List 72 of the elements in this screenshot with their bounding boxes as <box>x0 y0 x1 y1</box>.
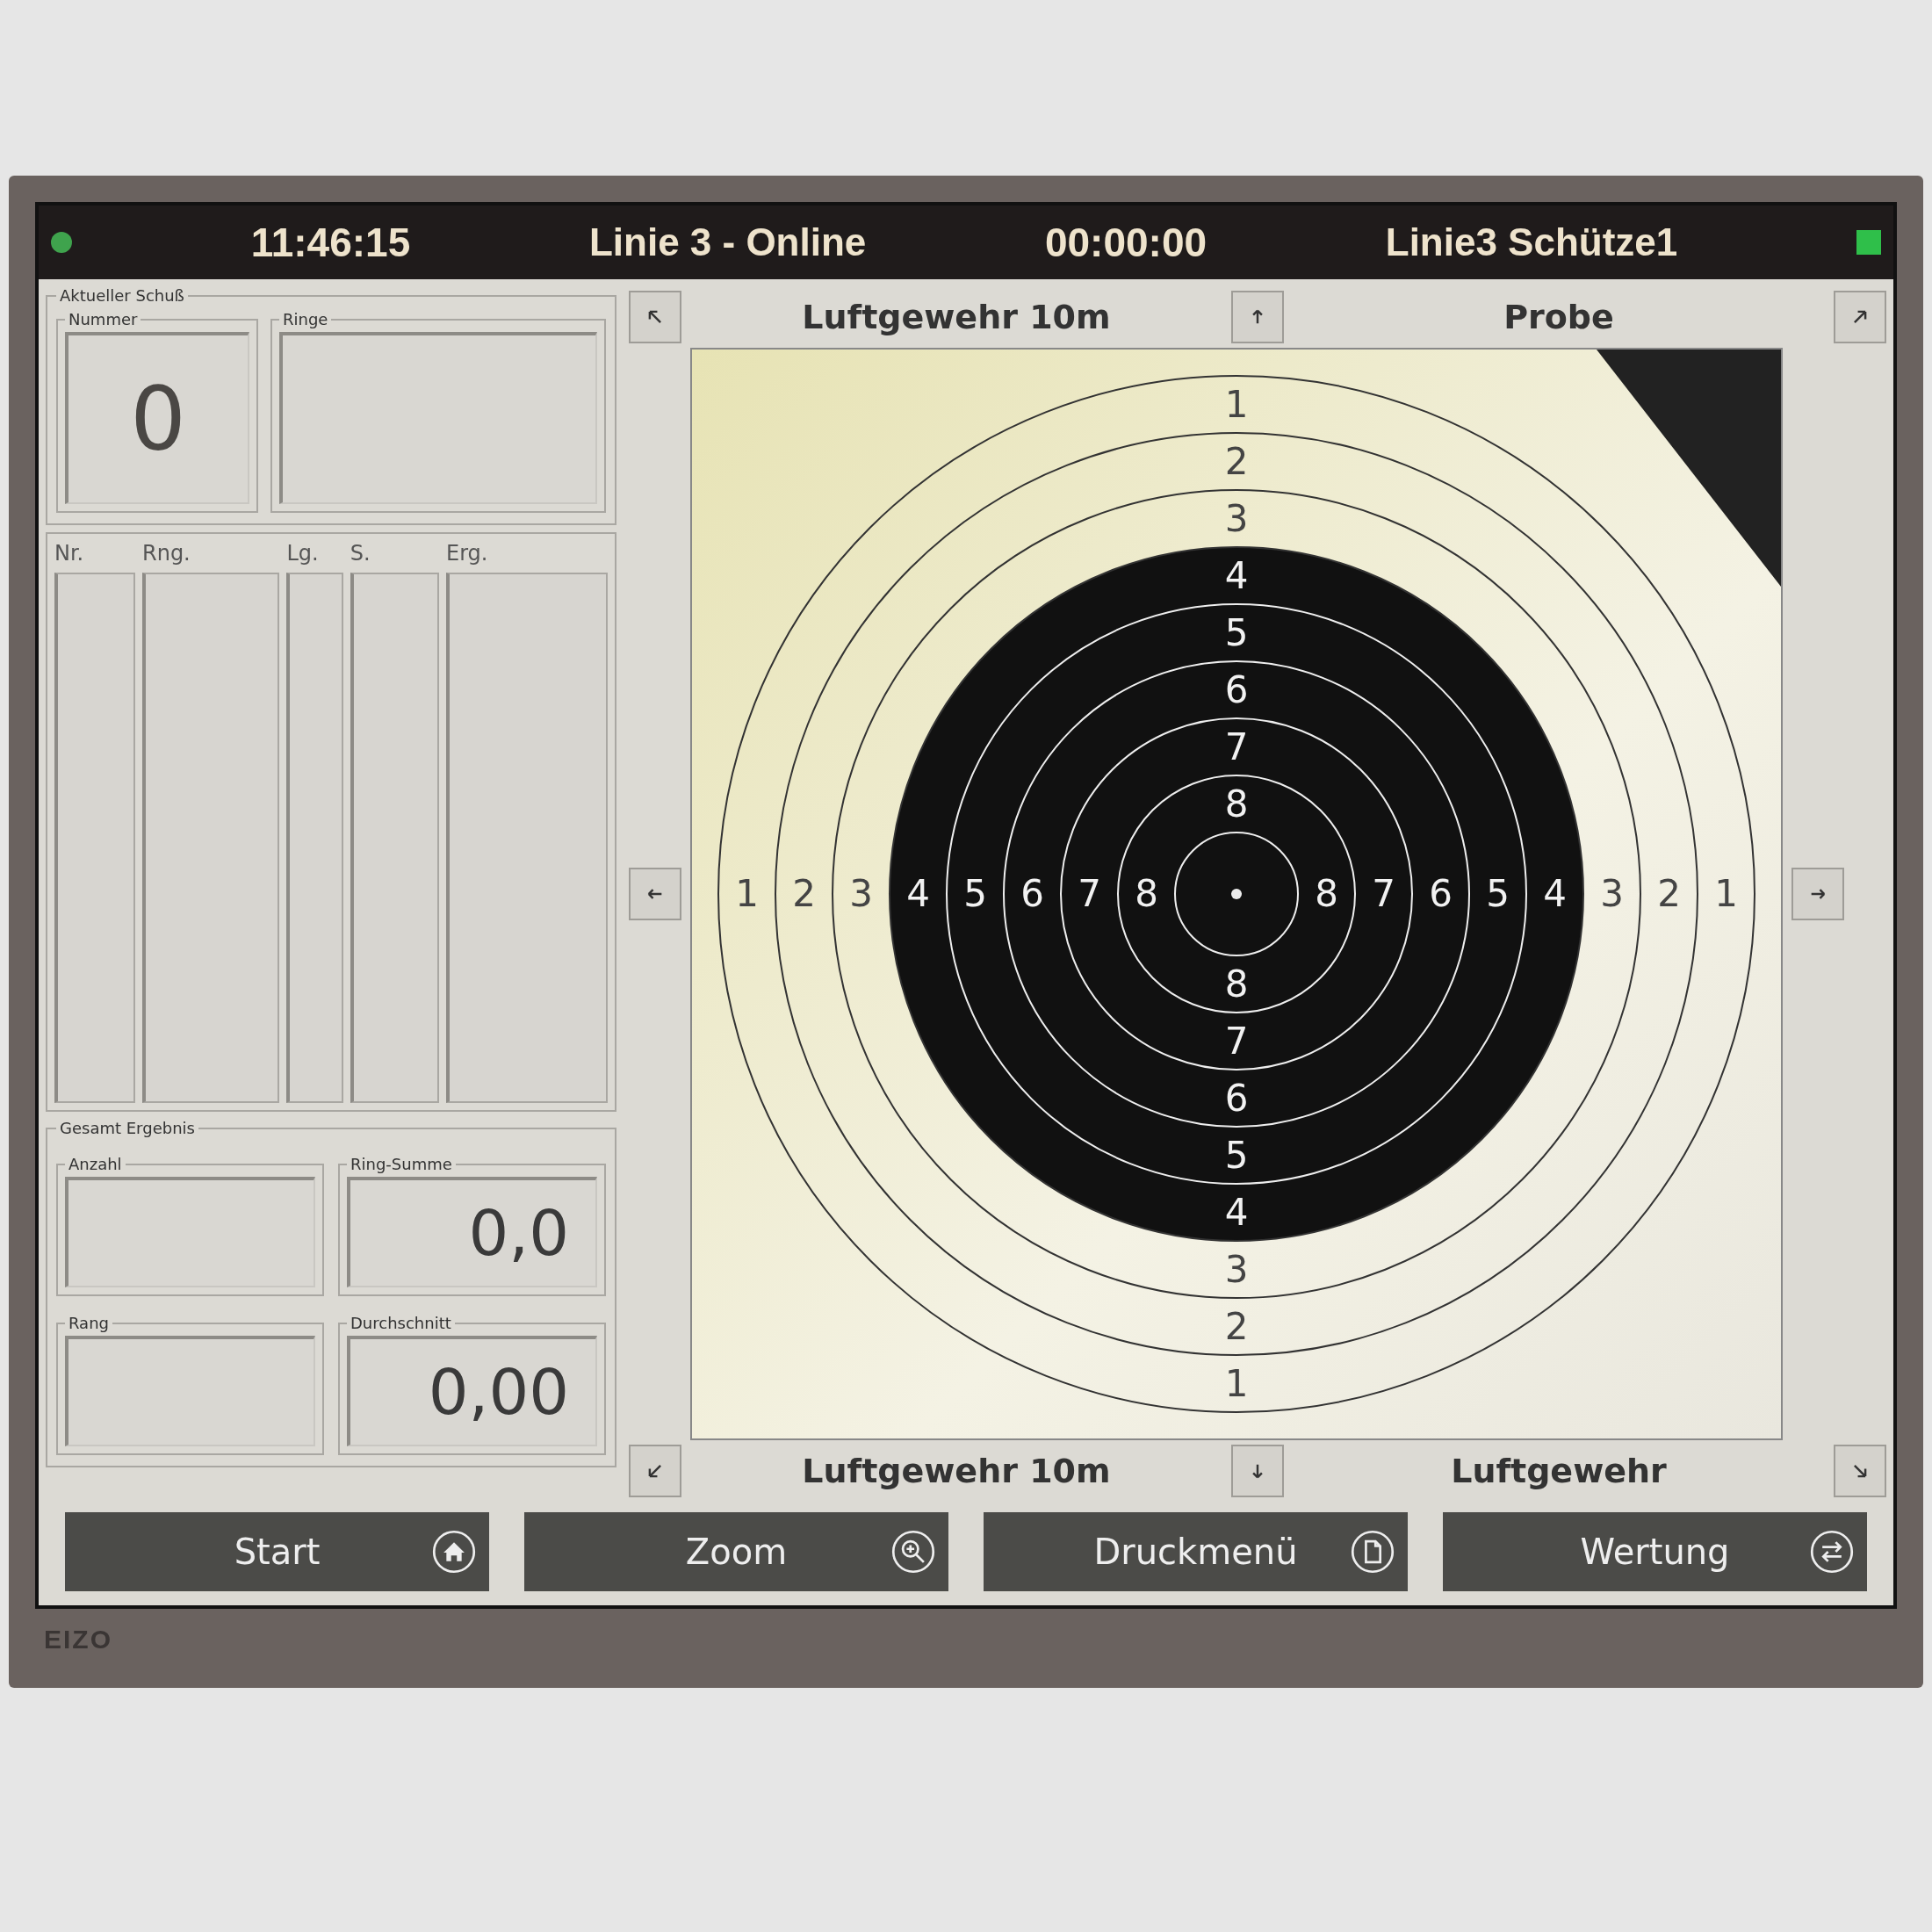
corner-button[interactable] <box>629 1445 681 1497</box>
ring-number: 1 <box>1224 1361 1249 1405</box>
weapon-label: Luftgewehr <box>1450 1452 1668 1490</box>
ring-number: 4 <box>1224 553 1249 597</box>
column-header: Lg. <box>286 541 320 566</box>
ring-number: 4 <box>906 872 930 915</box>
column-header: Erg. <box>446 541 489 566</box>
scroll-up-button[interactable] <box>1231 291 1284 343</box>
value-text: 0,0 <box>467 1196 570 1270</box>
action-button[interactable]: Druckmenü <box>984 1512 1408 1591</box>
field-label: Anzahl <box>68 1155 123 1173</box>
ring-number: 3 <box>1600 872 1624 915</box>
ring-number: 6 <box>1020 872 1044 915</box>
ring-number: 8 <box>1135 872 1158 915</box>
corner-button[interactable] <box>1834 291 1886 343</box>
column-header: S. <box>350 541 371 566</box>
ring-number: 6 <box>1224 1076 1249 1120</box>
action-button[interactable]: Zoom <box>524 1512 948 1591</box>
field-label: Nummer <box>68 310 139 328</box>
ring-number: 8 <box>1315 872 1338 915</box>
ring-number: 3 <box>1224 496 1249 540</box>
ring-number: 4 <box>1224 1190 1249 1234</box>
ring-number: 2 <box>792 872 816 915</box>
column-header: Nr. <box>54 541 85 566</box>
field-label: Durchschnitt <box>350 1314 452 1332</box>
swap-icon <box>1809 1529 1855 1575</box>
ring-number: 8 <box>1224 782 1249 825</box>
ring-number: 8 <box>1224 962 1249 1006</box>
ring-number: 1 <box>1224 382 1249 426</box>
ring-number: 1 <box>1714 872 1738 915</box>
value-text: 0 <box>129 367 187 471</box>
ring-number: 5 <box>963 872 987 915</box>
clock-time: 11:46:15 <box>250 219 411 266</box>
ring-number: 3 <box>1224 1247 1249 1291</box>
document-icon <box>1350 1529 1395 1575</box>
group-legend: Gesamt Ergebnis <box>56 1119 198 1137</box>
field-label: Ring-Summe <box>350 1155 453 1173</box>
ring-number: 5 <box>1486 872 1510 915</box>
scroll-down-button[interactable] <box>1231 1445 1284 1497</box>
group-legend: Aktueller Schuß <box>56 286 188 305</box>
value-text: 0,00 <box>427 1355 570 1429</box>
ring-number: 2 <box>1224 1304 1249 1348</box>
field-label: Rang <box>68 1314 110 1332</box>
timer: 00:00:00 <box>1044 219 1208 266</box>
ring-number: 7 <box>1224 724 1249 768</box>
ring-number: 5 <box>1224 610 1249 654</box>
column-header: Rng. <box>142 541 191 566</box>
discipline-label: Luftgewehr 10m <box>801 298 1112 336</box>
corner-button[interactable] <box>1834 1445 1886 1497</box>
shooter-name: Linie3 Schütze1 <box>1385 220 1678 264</box>
corner-button[interactable] <box>629 291 681 343</box>
action-button[interactable]: Start <box>65 1512 489 1591</box>
ring-number: 7 <box>1224 1019 1249 1063</box>
line-title: Linie 3 - Online <box>588 220 867 264</box>
ring-number: 6 <box>1224 667 1249 711</box>
ring-number: 1 <box>735 872 759 915</box>
mode-label: Probe <box>1503 298 1615 336</box>
action-button[interactable]: Wertung <box>1443 1512 1867 1591</box>
ring-number: 7 <box>1078 872 1101 915</box>
scroll-right-button[interactable] <box>1791 868 1844 920</box>
ring-number: 2 <box>1224 439 1249 483</box>
ring-number: 7 <box>1372 872 1395 915</box>
ring-number: 5 <box>1224 1133 1249 1177</box>
scroll-left-button[interactable] <box>629 868 681 920</box>
field-label: Ringe <box>282 310 329 328</box>
ring-number: 3 <box>849 872 873 915</box>
home-icon <box>431 1529 477 1575</box>
zoom-icon <box>890 1529 936 1575</box>
ring-number: 4 <box>1543 872 1567 915</box>
ring-number: 2 <box>1657 872 1681 915</box>
discipline-label: Luftgewehr 10m <box>801 1452 1112 1490</box>
ring-number: 6 <box>1429 872 1453 915</box>
